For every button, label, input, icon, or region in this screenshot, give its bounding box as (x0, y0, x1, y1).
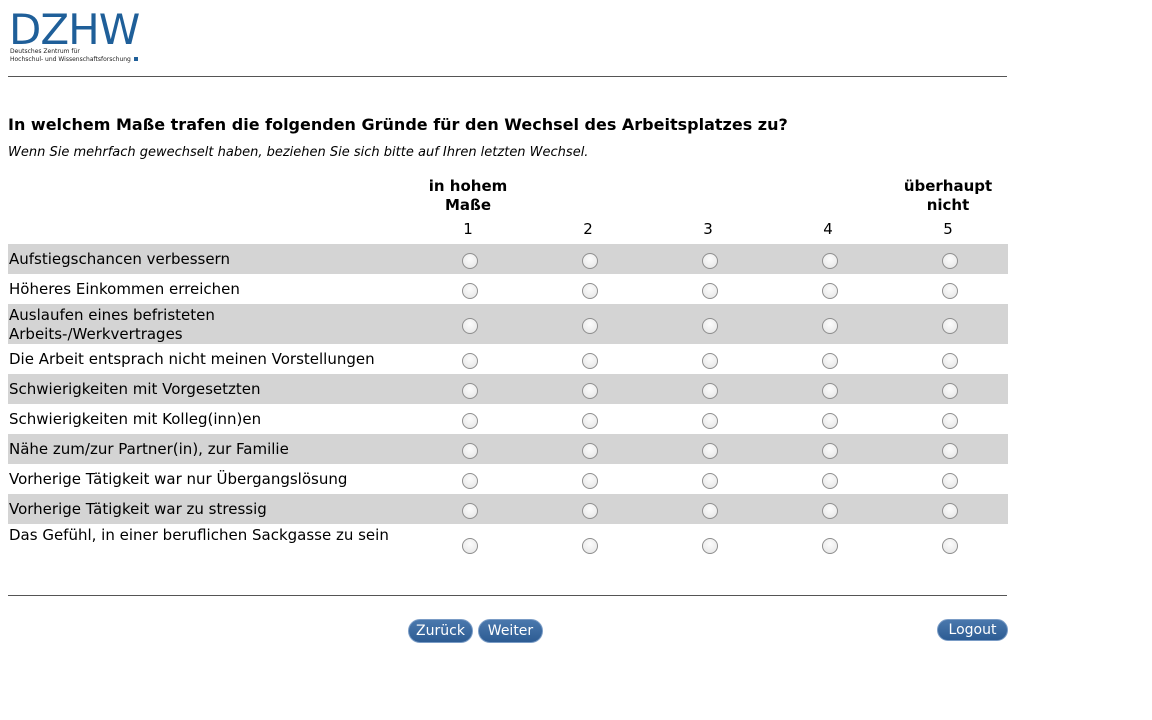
radio-option-1[interactable] (462, 353, 478, 369)
item-label: Die Arbeit entsprach nicht meinen Vorste… (9, 350, 375, 368)
radio-option-5[interactable] (942, 353, 958, 369)
item-label: Nähe zum/zur Partner(in), zur Familie (9, 440, 289, 458)
radio-option-2[interactable] (582, 253, 598, 269)
logo-subtitle: Deutsches Zentrum für Hochschul- und Wis… (10, 48, 138, 64)
item-label: Schwierigkeiten mit Kolleg(inn)en (9, 410, 262, 428)
radio-option-3[interactable] (702, 443, 718, 459)
radio-option-2[interactable] (582, 538, 598, 554)
radio-option-3[interactable] (702, 283, 718, 299)
matrix-row: Vorherige Tätigkeit war zu stressig (8, 494, 1008, 524)
item-label: Vorherige Tätigkeit war zu stressig (9, 500, 267, 518)
radio-option-3[interactable] (702, 413, 718, 429)
radio-option-1[interactable] (462, 318, 478, 334)
item-label: Auslaufen eines befristeten Arbeits-/Wer… (9, 306, 215, 343)
radio-option-2[interactable] (582, 353, 598, 369)
scale-point-1: 1 (463, 220, 473, 238)
matrix-row: Nähe zum/zur Partner(in), zur Familie (8, 434, 1008, 464)
item-label: Vorherige Tätigkeit war nur Übergangslös… (9, 470, 348, 488)
radio-option-1[interactable] (462, 538, 478, 554)
radio-option-3[interactable] (702, 383, 718, 399)
scale-point-3: 3 (703, 220, 713, 238)
matrix-row: Vorherige Tätigkeit war nur Übergangslös… (8, 464, 1008, 494)
logo-subtitle-line2: Hochschul- und Wissenschaftsforschung (10, 56, 131, 63)
radio-option-5[interactable] (942, 413, 958, 429)
radio-option-5[interactable] (942, 538, 958, 554)
scale-anchor-right: überhaupt nicht (888, 177, 1008, 215)
matrix-row: Höheres Einkommen erreichen (8, 274, 1008, 304)
question-title: In welchem Maße trafen die folgenden Grü… (8, 115, 788, 134)
radio-option-3[interactable] (702, 318, 718, 334)
item-label: Aufstiegschancen verbessern (9, 250, 230, 268)
item-label: Schwierigkeiten mit Vorgesetzten (9, 380, 261, 398)
radio-option-5[interactable] (942, 383, 958, 399)
matrix-row: Schwierigkeiten mit Vorgesetzten (8, 374, 1008, 404)
scale-anchor-left-line2: Maße (444, 196, 491, 214)
radio-option-2[interactable] (582, 473, 598, 489)
scale-point-5: 5 (943, 220, 953, 238)
matrix-row: Auslaufen eines befristeten Arbeits-/Wer… (8, 304, 1008, 344)
bottom-divider (8, 595, 1007, 596)
radio-option-4[interactable] (822, 538, 838, 554)
item-label: Höheres Einkommen erreichen (9, 280, 240, 298)
radio-option-3[interactable] (702, 503, 718, 519)
radio-option-2[interactable] (582, 318, 598, 334)
radio-option-4[interactable] (822, 503, 838, 519)
radio-option-4[interactable] (822, 413, 838, 429)
scale-anchor-right-line1: überhaupt (903, 177, 993, 195)
radio-option-4[interactable] (822, 443, 838, 459)
radio-option-1[interactable] (462, 283, 478, 299)
radio-option-4[interactable] (822, 318, 838, 334)
radio-option-4[interactable] (822, 353, 838, 369)
logo-letters: DZHW (9, 5, 140, 54)
radio-option-2[interactable] (582, 503, 598, 519)
radio-option-1[interactable] (462, 503, 478, 519)
logo-subtitle-line1: Deutsches Zentrum für (10, 48, 80, 55)
matrix-row: Aufstiegschancen verbessern (8, 244, 1008, 274)
radio-option-2[interactable] (582, 383, 598, 399)
radio-option-1[interactable] (462, 253, 478, 269)
question-instruction: Wenn Sie mehrfach gewechselt haben, bezi… (8, 145, 589, 160)
radio-option-2[interactable] (582, 413, 598, 429)
scale-anchor-left-line1: in hohem (428, 177, 508, 195)
radio-option-5[interactable] (942, 253, 958, 269)
back-button[interactable]: Zurück (408, 619, 473, 643)
radio-option-4[interactable] (822, 473, 838, 489)
matrix-row: Die Arbeit entsprach nicht meinen Vorste… (8, 344, 1008, 374)
radio-option-3[interactable] (702, 253, 718, 269)
radio-option-1[interactable] (462, 473, 478, 489)
scale-point-2: 2 (583, 220, 593, 238)
radio-option-5[interactable] (942, 283, 958, 299)
scale-anchor-left: in hohem Maße (408, 177, 528, 215)
radio-option-3[interactable] (702, 538, 718, 554)
radio-option-1[interactable] (462, 443, 478, 459)
logout-button[interactable]: Logout (937, 619, 1008, 641)
radio-option-4[interactable] (822, 283, 838, 299)
matrix-row: Das Gefühl, in einer beruflichen Sackgas… (8, 524, 1008, 566)
radio-option-2[interactable] (582, 283, 598, 299)
logo-square-icon (133, 57, 138, 61)
radio-option-3[interactable] (702, 473, 718, 489)
next-button[interactable]: Weiter (478, 619, 543, 643)
scale-point-4: 4 (823, 220, 833, 238)
radio-option-1[interactable] (462, 413, 478, 429)
radio-option-5[interactable] (942, 318, 958, 334)
top-divider (8, 76, 1007, 77)
scale-anchor-right-line2: nicht (926, 196, 970, 214)
radio-option-5[interactable] (942, 473, 958, 489)
radio-option-5[interactable] (942, 503, 958, 519)
radio-option-5[interactable] (942, 443, 958, 459)
dzhw-logo: DZHW Deutsches Zentrum für Hochschul- un… (9, 5, 144, 66)
radio-option-1[interactable] (462, 383, 478, 399)
radio-option-2[interactable] (582, 443, 598, 459)
radio-option-4[interactable] (822, 383, 838, 399)
item-label: Das Gefühl, in einer beruflichen Sackgas… (9, 526, 389, 544)
radio-option-3[interactable] (702, 353, 718, 369)
matrix-row: Schwierigkeiten mit Kolleg(inn)en (8, 404, 1008, 434)
radio-option-4[interactable] (822, 253, 838, 269)
